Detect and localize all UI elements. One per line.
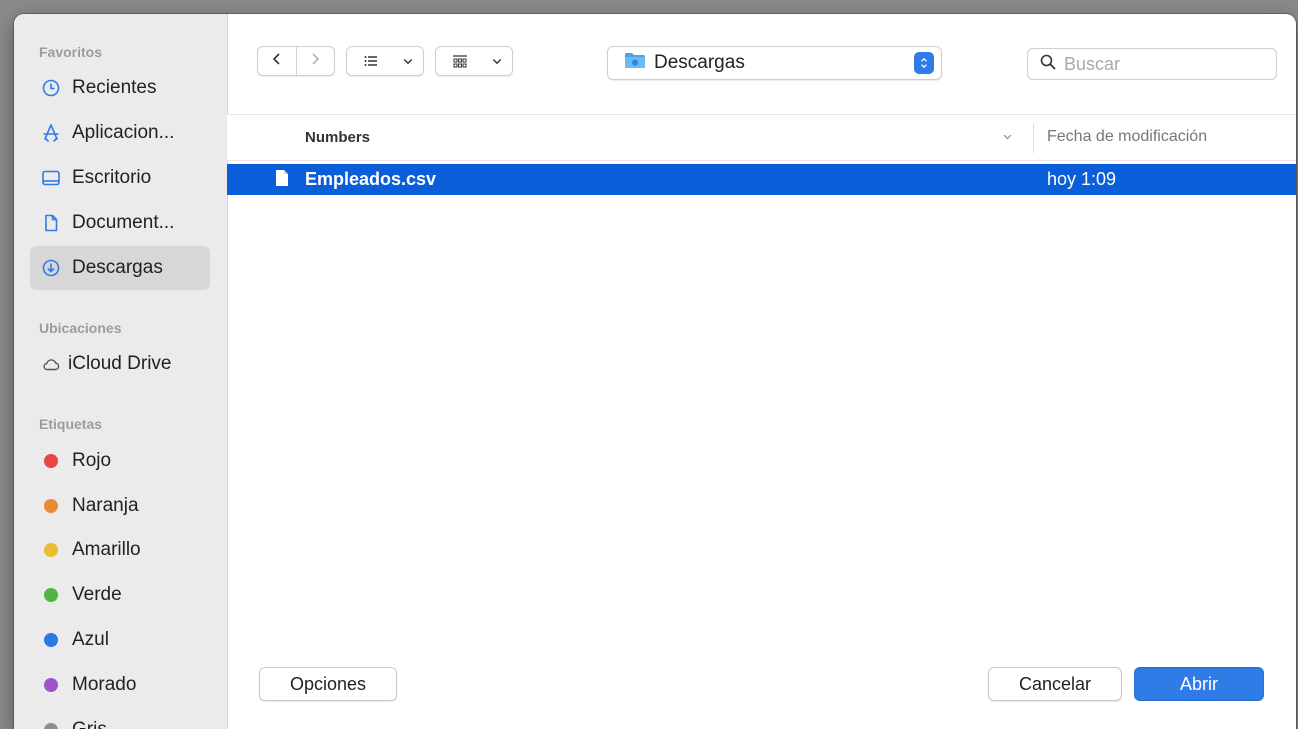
list-view-icon (347, 47, 395, 75)
updown-chevron-icon (914, 52, 934, 74)
sidebar-item-label: Verde (72, 584, 122, 605)
options-button[interactable]: Opciones (259, 667, 397, 701)
back-button[interactable] (258, 47, 297, 75)
sidebar-tag-morado[interactable]: Morado (30, 663, 210, 707)
open-button[interactable]: Abrir (1134, 667, 1264, 701)
column-name-header[interactable]: Numbers (305, 129, 370, 146)
tag-dot-icon (44, 499, 58, 513)
group-button[interactable] (435, 46, 513, 76)
column-header: Numbers Fecha de modificación (227, 114, 1296, 161)
sidebar-item-label: Azul (72, 629, 109, 650)
sidebar-tag-azul[interactable]: Azul (30, 618, 210, 662)
sidebar-item-descargas[interactable]: Descargas (30, 246, 210, 290)
sidebar-item-label: Aplicacion... (72, 122, 175, 143)
chevron-down-icon (484, 47, 510, 75)
sidebar-section-tags: Etiquetas (39, 416, 103, 432)
sidebar-section-locations: Ubicaciones (39, 320, 122, 336)
sidebar-item-recientes[interactable]: Recientes (30, 66, 210, 110)
search-icon (1040, 54, 1056, 75)
tag-dot-icon (44, 723, 58, 729)
tag-dot-icon (44, 678, 58, 692)
chevron-right-icon (307, 51, 323, 72)
sidebar-item-aplicaciones[interactable]: Aplicacion... (30, 111, 210, 155)
column-date-header[interactable]: Fecha de modificación (1047, 128, 1207, 146)
sidebar-item-label: Amarillo (72, 539, 141, 560)
search-input[interactable]: Buscar (1027, 48, 1277, 80)
column-divider[interactable] (1033, 123, 1034, 153)
file-name: Empleados.csv (305, 169, 437, 189)
sidebar-item-label: Descargas (72, 257, 163, 278)
clock-icon (40, 77, 62, 99)
chevron-left-icon (269, 51, 285, 72)
nav-buttons (257, 46, 335, 76)
sidebar-item-label: Morado (72, 674, 137, 695)
sidebar-item-label: Naranja (72, 495, 139, 516)
sidebar-tag-naranja[interactable]: Naranja (30, 484, 210, 528)
search-placeholder: Buscar (1064, 53, 1121, 74)
cancel-button[interactable]: Cancelar (988, 667, 1122, 701)
open-file-dialog: Favoritos Recientes Aplicacion... Escrit… (14, 14, 1296, 729)
desktop-icon (40, 167, 62, 189)
toolbar: Descargas Buscar (227, 14, 1296, 114)
location-popup[interactable]: Descargas (607, 46, 942, 80)
location-label: Descargas (654, 52, 745, 73)
sidebar-item-icloud-drive[interactable]: iCloud Drive (30, 342, 210, 386)
sidebar-tag-amarillo[interactable]: Amarillo (30, 528, 210, 572)
apps-icon (40, 122, 62, 144)
sidebar-item-label: Escritorio (72, 167, 152, 188)
sidebar-tag-verde[interactable]: Verde (30, 573, 210, 617)
sidebar-item-label: Document... (72, 212, 175, 233)
view-list-button[interactable] (346, 46, 424, 76)
document-icon (40, 212, 62, 234)
sidebar-item-label: Recientes (72, 77, 157, 98)
tag-dot-icon (44, 588, 58, 602)
sidebar-section-favorites: Favoritos (39, 44, 103, 60)
tag-dot-icon (44, 633, 58, 647)
sidebar-tag-gris[interactable]: Gris (30, 708, 210, 729)
sidebar-item-label: iCloud Drive (68, 353, 172, 374)
tag-dot-icon (44, 454, 58, 468)
file-row[interactable]: Empleados.csv hoy 1:09 (227, 164, 1296, 195)
sidebar-item-label: Rojo (72, 450, 112, 471)
folder-icon (608, 51, 654, 75)
file-icon (275, 169, 289, 192)
grid-view-icon (436, 47, 484, 75)
download-icon (40, 257, 62, 279)
sidebar-item-label: Gris (72, 719, 107, 729)
tag-dot-icon (44, 543, 58, 557)
sidebar-item-documentos[interactable]: Document... (30, 201, 210, 245)
chevron-down-icon[interactable] (1002, 131, 1013, 145)
sidebar-item-escritorio[interactable]: Escritorio (30, 156, 210, 200)
file-date: hoy 1:09 (1047, 169, 1117, 189)
sidebar-tag-rojo[interactable]: Rojo (30, 439, 210, 483)
chevron-down-icon (395, 47, 421, 75)
forward-button[interactable] (297, 47, 335, 75)
sidebar: Favoritos Recientes Aplicacion... Escrit… (14, 14, 228, 729)
cloud-icon (40, 353, 62, 375)
